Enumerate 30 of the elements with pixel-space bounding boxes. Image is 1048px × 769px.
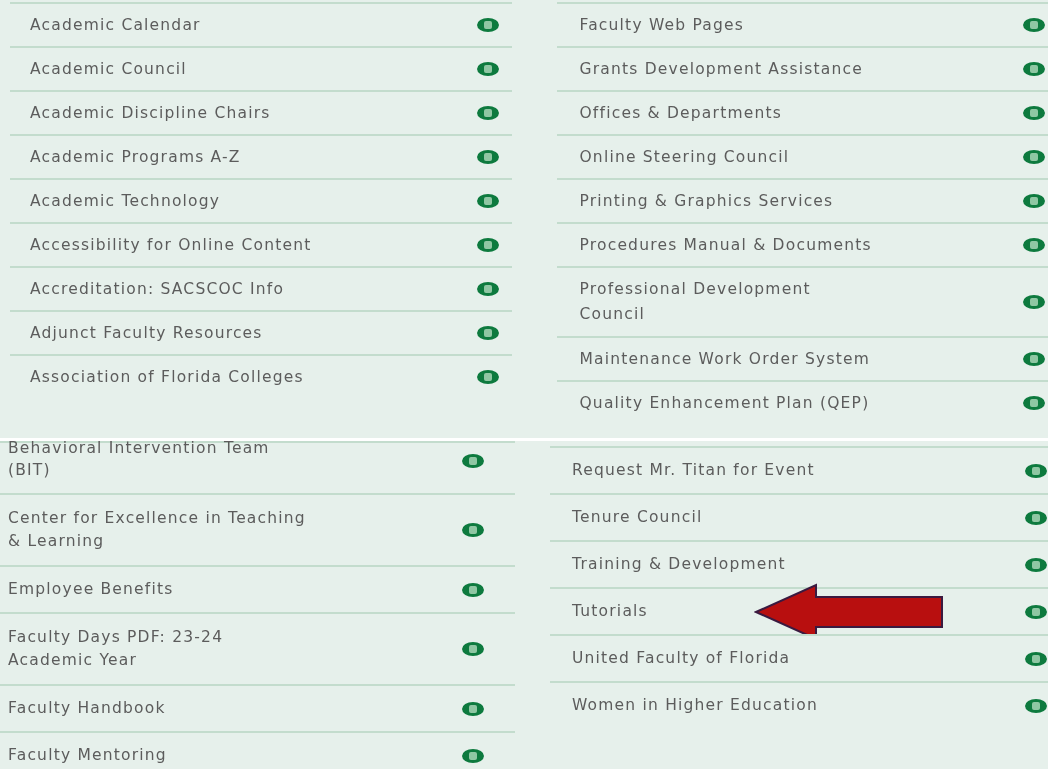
oval-icon	[1022, 193, 1046, 209]
oval-icon	[476, 325, 501, 341]
oval-icon	[476, 61, 501, 77]
oval-icon	[1022, 149, 1046, 165]
oval-icon	[1024, 462, 1048, 479]
oval-icon	[1024, 603, 1048, 620]
oval-icon	[1022, 105, 1046, 121]
oval-icon	[1024, 697, 1048, 714]
oval-icon	[1022, 294, 1046, 310]
oval-icon	[461, 581, 485, 598]
oval-icon	[1022, 17, 1046, 33]
oval-icon	[1022, 237, 1046, 253]
oval-icon	[1024, 650, 1048, 667]
oval-icon	[1024, 556, 1048, 573]
oval-icon	[476, 105, 501, 121]
oval-icon	[476, 17, 501, 33]
oval-icon	[461, 641, 485, 657]
oval-icon	[476, 149, 501, 165]
oval-icon	[1022, 395, 1046, 411]
oval-icon	[1022, 61, 1046, 77]
oval-icon	[1022, 351, 1046, 367]
oval-icon	[461, 453, 485, 469]
oval-icon	[476, 193, 501, 209]
oval-icon	[476, 237, 501, 253]
oval-icon	[476, 369, 501, 385]
oval-icon	[461, 700, 485, 717]
oval-icon	[1024, 509, 1048, 526]
oval-icon	[461, 747, 485, 764]
oval-icon	[461, 522, 485, 538]
oval-icon	[476, 281, 501, 297]
